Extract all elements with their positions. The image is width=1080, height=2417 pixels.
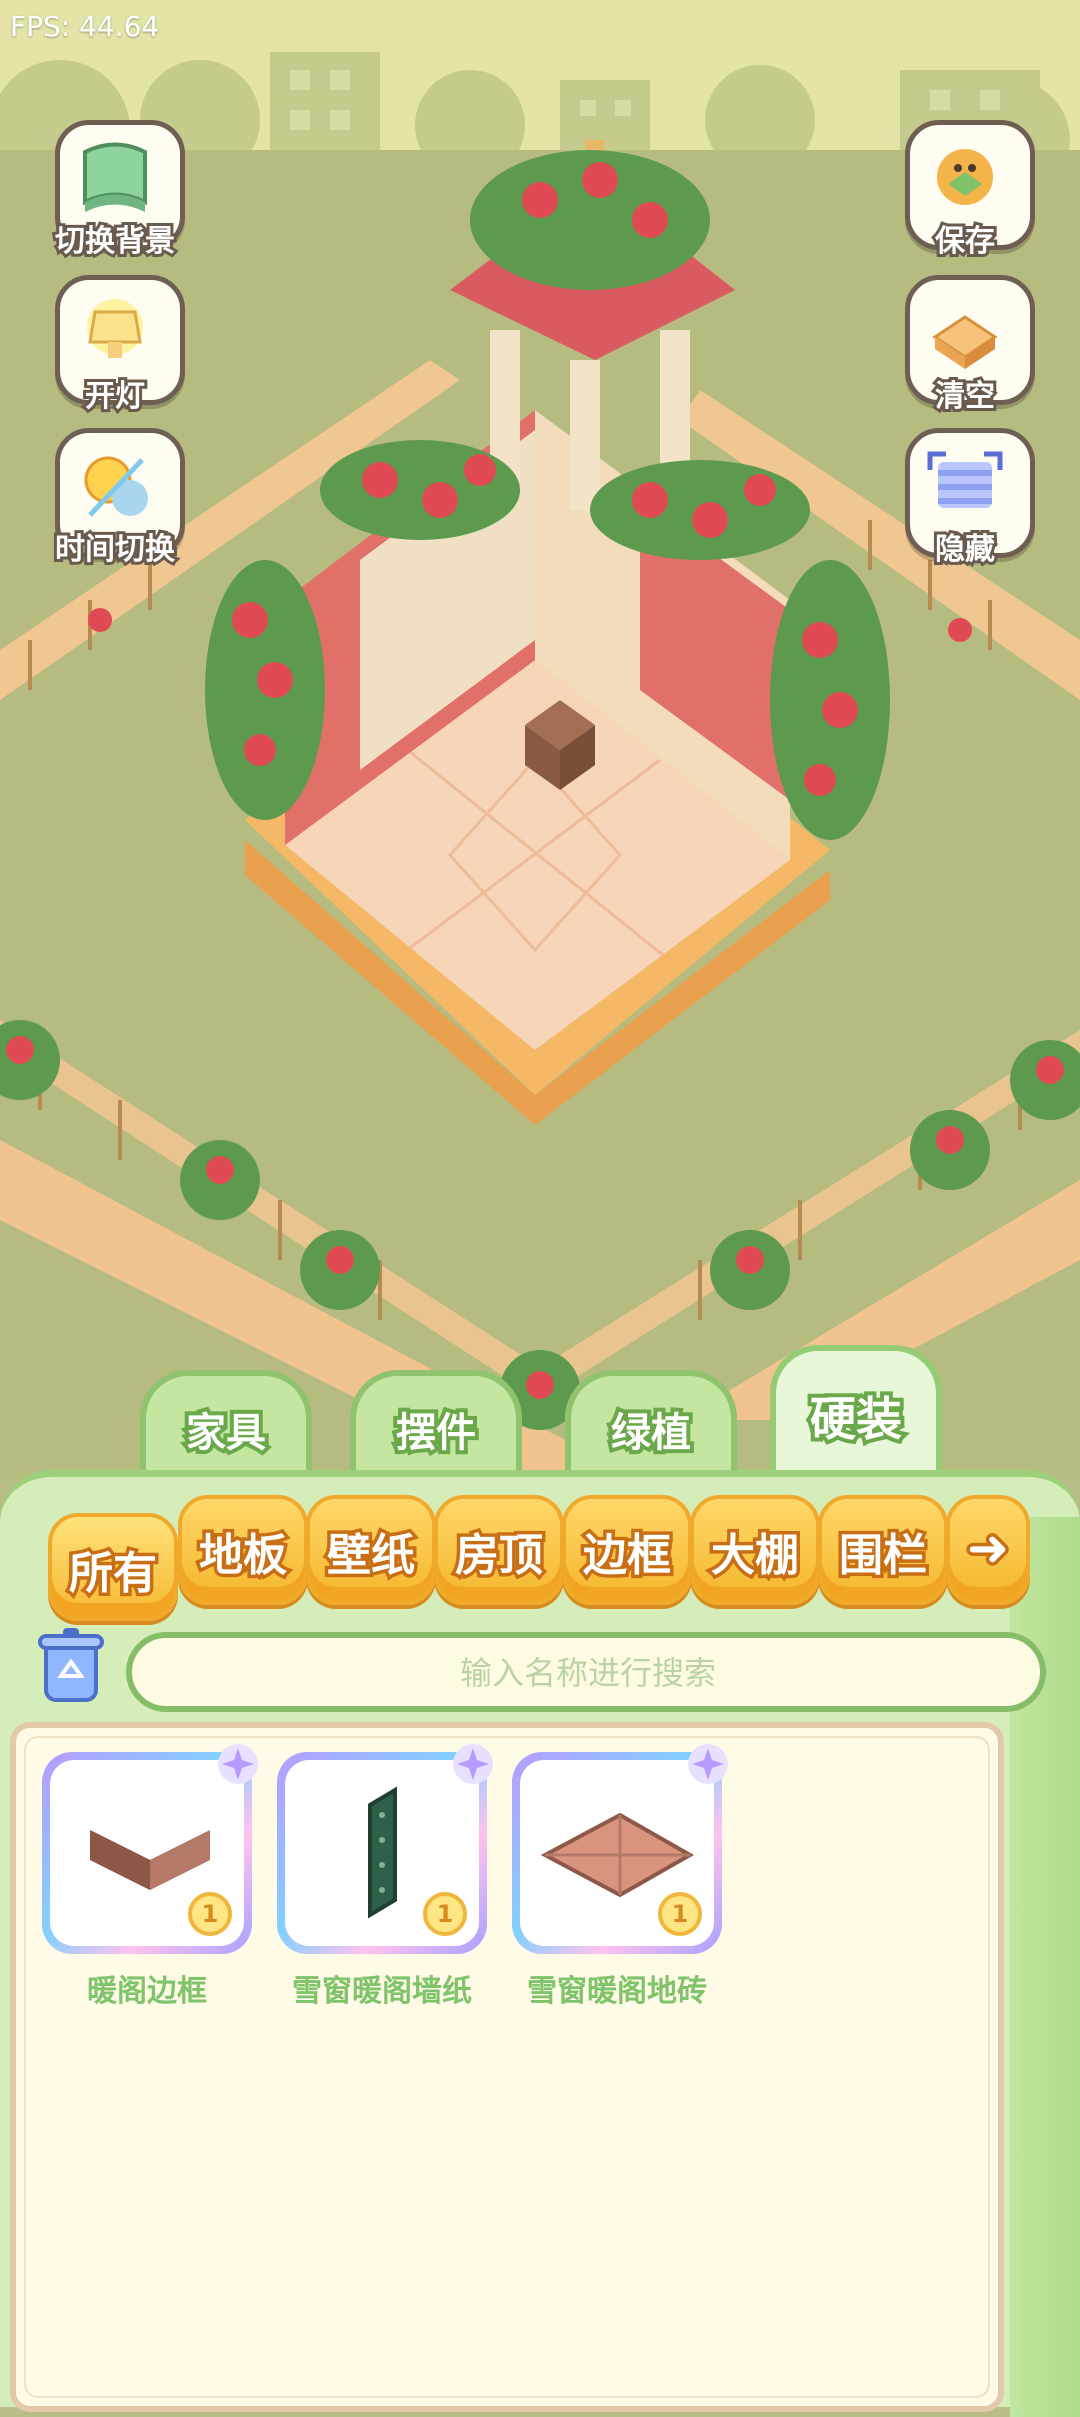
fps-counter: FPS: 44.64: [10, 10, 160, 43]
tab-decorations-label: 摆件: [392, 1406, 480, 1460]
time-switch-button[interactable]: 时间切换: [40, 428, 190, 570]
subtab-greenhouse[interactable]: 大棚: [690, 1495, 820, 1605]
recycle-bin-icon: [38, 1628, 104, 1702]
clear-button[interactable]: 清空: [890, 275, 1040, 417]
sparkle-icon: [688, 1744, 728, 1784]
subtab-all-label: 所有: [66, 1545, 161, 1603]
light-toggle-label: 开灯: [82, 376, 148, 417]
switch-background-button[interactable]: 切换背景: [40, 120, 190, 262]
subtab-frame[interactable]: 边框: [562, 1495, 692, 1605]
day-night-icon: [84, 456, 148, 517]
lamp-icon: [87, 299, 143, 358]
subtab-frame-label: 边框: [580, 1527, 675, 1585]
save-icon: [937, 149, 993, 205]
subtab-roof-label: 房顶: [452, 1527, 547, 1585]
hide-icon: [927, 451, 1003, 508]
item-count-badge: 1: [658, 1892, 702, 1936]
time-switch-label: 时间切换: [52, 529, 178, 570]
arrow-right-icon: ➜: [964, 1516, 1013, 1581]
background-switch-icon: [83, 142, 147, 212]
subtab-fence[interactable]: 围栏: [818, 1495, 948, 1605]
item-name: 雪窗暖阁墙纸: [292, 1974, 472, 2009]
sparkle-icon: [218, 1744, 258, 1784]
tab-plants-label: 绿植: [607, 1406, 695, 1460]
subtab-floor[interactable]: 地板: [178, 1495, 308, 1605]
search-input[interactable]: [132, 1638, 1044, 1708]
hide-label: 隐藏: [932, 529, 998, 570]
item-card[interactable]: 1 雪窗暖阁墙纸: [277, 1744, 493, 2012]
subtab-wallpaper[interactable]: 壁纸: [306, 1495, 436, 1605]
subtab-next-button[interactable]: ➜: [946, 1495, 1030, 1605]
item-name: 雪窗暖阁地砖: [527, 1974, 707, 2009]
light-toggle-button[interactable]: 开灯: [40, 275, 190, 417]
item-card[interactable]: 1 暖阁边框: [42, 1744, 258, 2012]
clear-icon: [932, 315, 998, 369]
switch-background-label: 切换背景: [52, 221, 178, 262]
subtab-all[interactable]: 所有: [48, 1513, 178, 1621]
tab-furniture-label: 家具: [182, 1406, 270, 1460]
save-label: 保存: [932, 221, 998, 262]
recycle-bin-button[interactable]: [36, 1628, 106, 1706]
item-name: 暖阁边框: [87, 1974, 207, 2009]
item-count-badge: 1: [423, 1892, 467, 1936]
save-button[interactable]: 保存: [890, 120, 1040, 262]
subtab-floor-label: 地板: [196, 1527, 291, 1585]
sparkle-icon: [453, 1744, 493, 1784]
subtab-wallpaper-label: 壁纸: [324, 1527, 419, 1585]
tab-hard-decor-label: 硬装: [806, 1388, 906, 1450]
subtab-roof[interactable]: 房顶: [434, 1495, 564, 1605]
item-card[interactable]: 1 雪窗暖阁地砖: [512, 1744, 728, 2012]
subtab-greenhouse-label: 大棚: [708, 1527, 803, 1585]
hide-button[interactable]: 隐藏: [890, 428, 1040, 570]
sub-category-bar: 所有 地板 壁纸 房顶 边框 大棚 围栏 ➜: [48, 1495, 1048, 1621]
item-count-badge: 1: [188, 1892, 232, 1936]
search-box: [126, 1632, 1046, 1712]
clear-label: 清空: [932, 376, 998, 417]
subtab-fence-label: 围栏: [836, 1527, 931, 1585]
